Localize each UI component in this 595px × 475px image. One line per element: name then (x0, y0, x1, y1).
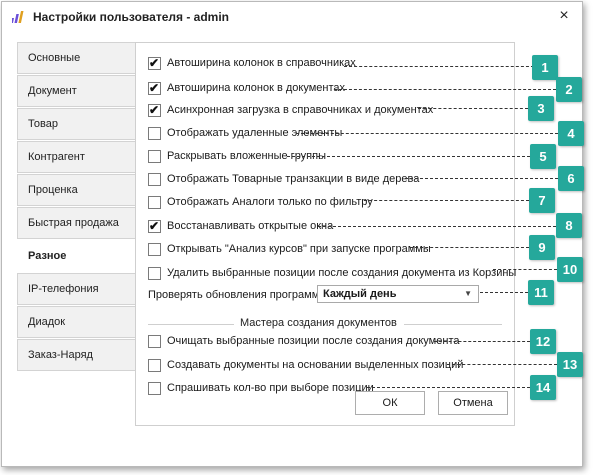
checkbox[interactable]: ✔ (148, 55, 161, 70)
tab-dokument[interactable]: Документ (17, 75, 137, 107)
option-label: Отображать Товарные транзакции в виде де… (167, 173, 420, 185)
callout-leader (334, 89, 556, 90)
group-divider-left (148, 324, 234, 325)
checkbox[interactable]: ✔ (148, 381, 161, 395)
callout-badge-7: 7 (529, 188, 555, 213)
callout-badge-10: 10 (557, 257, 583, 282)
title-bar: Настройки пользователя - admin × (2, 2, 582, 32)
wizards-group-title: Мастера создания документов (237, 317, 400, 329)
option-open-rate-analysis[interactable]: ✔ Открывать "Анализ курсов" при запуске … (148, 241, 431, 257)
tab-ip-telefoniya[interactable]: IP-телефония (17, 273, 137, 305)
callout-badge-6: 6 (558, 166, 584, 191)
checkbox[interactable]: ✔ (148, 172, 161, 186)
option-label: Создавать документы на основании выделен… (167, 359, 464, 371)
option-label: Асинхронная загрузка в справочниках и до… (167, 104, 434, 116)
update-check-label: Проверять обновления программы (148, 289, 328, 301)
tab-zakaz-naryad[interactable]: Заказ-Наряд (17, 339, 137, 371)
callout-leader (447, 364, 557, 365)
callout-leader (318, 226, 556, 227)
option-label: Очищать выбранные позиции после создания… (167, 335, 460, 347)
checkbox[interactable]: ✔ (148, 358, 161, 372)
option-create-from-selected[interactable]: ✔ Создавать документы на основании выдел… (148, 357, 463, 373)
option-transactions-tree[interactable]: ✔ Отображать Товарные транзакции в виде … (148, 171, 419, 187)
callout-leader (493, 269, 557, 270)
checkbox[interactable]: ✔ (148, 242, 161, 256)
callout-leader (287, 156, 530, 157)
callout-leader (344, 66, 534, 67)
callout-leader (296, 133, 558, 134)
tab-protsenka[interactable]: Проценка (17, 174, 137, 206)
option-label: Удалить выбранные позиции после создания… (167, 267, 517, 279)
callout-badge-3: 3 (528, 96, 554, 121)
option-delete-cart-items[interactable]: ✔ Удалить выбранные позиции после создан… (148, 265, 516, 281)
callout-leader (418, 108, 528, 109)
checkmark-icon: ✔ (149, 102, 160, 117)
callout-leader (405, 178, 558, 179)
checkbox[interactable]: ✔ (148, 149, 161, 163)
chevron-down-icon: ▼ (464, 289, 472, 298)
tab-tovar[interactable]: Товар (17, 108, 137, 140)
option-analogs-filter[interactable]: ✔ Отображать Аналоги только по фильтру (148, 194, 373, 210)
checkbox[interactable]: ✔ (148, 218, 161, 233)
option-label: Автоширина колонок в документах (167, 82, 346, 94)
callout-badge-2: 2 (556, 77, 582, 102)
callout-leader (364, 200, 529, 201)
settings-dialog: Настройки пользователя - admin × Основны… (1, 1, 583, 467)
option-label: Отображать Аналоги только по фильтру (167, 196, 373, 208)
checkbox[interactable]: ✔ (148, 102, 161, 117)
checkbox[interactable]: ✔ (148, 195, 161, 209)
tab-diadok[interactable]: Диадок (17, 306, 137, 338)
checkmark-icon: ✔ (149, 218, 160, 233)
checkbox[interactable]: ✔ (148, 334, 161, 348)
tab-list: Основные Документ Товар Контрагент Проце… (17, 42, 137, 372)
callout-badge-12: 12 (530, 329, 556, 354)
tab-kontragent[interactable]: Контрагент (17, 141, 137, 173)
callout-badge-14: 14 (530, 375, 556, 400)
window-title: Настройки пользователя - admin (33, 10, 229, 24)
tab-osnovnye[interactable]: Основные (17, 42, 137, 74)
tab-bystraya-prodazha[interactable]: Быстрая продажа (17, 207, 137, 239)
callout-badge-8: 8 (556, 213, 582, 238)
option-restore-windows[interactable]: ✔ Восстанавливать открытые окна (148, 218, 333, 234)
callout-badge-11: 11 (528, 280, 554, 305)
callout-badge-4: 4 (558, 121, 584, 146)
group-divider-right (404, 324, 502, 325)
update-frequency-value: Каждый день (323, 288, 397, 300)
callout-leader (367, 387, 530, 388)
callout-badge-5: 5 (530, 144, 556, 169)
callout-leader (410, 247, 529, 248)
update-frequency-select[interactable]: Каждый день ▼ (317, 285, 479, 303)
option-ask-quantity[interactable]: ✔ Спрашивать кол-во при выборе позиции (148, 380, 374, 396)
cancel-button[interactable]: Отмена (438, 391, 508, 415)
option-label: Восстанавливать открытые окна (167, 220, 334, 232)
option-async-loading[interactable]: ✔ Асинхронная загрузка в справочниках и … (148, 102, 433, 118)
option-label: Открывать "Анализ курсов" при запуске пр… (167, 243, 431, 255)
checkbox[interactable]: ✔ (148, 266, 161, 280)
option-autowidth-documents[interactable]: ✔ Автоширина колонок в документах (148, 80, 345, 96)
callout-badge-13: 13 (557, 352, 583, 377)
option-autowidth-catalogs[interactable]: ✔ Автоширина колонок в справочниках (148, 55, 356, 71)
option-clear-selected[interactable]: ✔ Очищать выбранные позиции после создан… (148, 333, 459, 349)
tab-raznoe[interactable]: Разное (17, 240, 137, 272)
checkbox[interactable]: ✔ (148, 126, 161, 140)
checkbox[interactable]: ✔ (148, 80, 161, 95)
callout-leader (434, 341, 530, 342)
checkmark-icon: ✔ (149, 55, 160, 70)
callout-badge-9: 9 (529, 235, 555, 260)
app-logo-icon (12, 11, 24, 23)
option-label: Автоширина колонок в справочниках (167, 57, 356, 69)
callout-leader (480, 292, 528, 293)
checkmark-icon: ✔ (149, 80, 160, 95)
ok-button[interactable]: ОК (355, 391, 425, 415)
callout-badge-1: 1 (532, 55, 558, 80)
close-icon[interactable]: × (554, 7, 574, 27)
option-label: Спрашивать кол-во при выборе позиции (167, 382, 374, 394)
settings-panel: ✔ Автоширина колонок в справочниках ✔ Ав… (135, 42, 516, 426)
